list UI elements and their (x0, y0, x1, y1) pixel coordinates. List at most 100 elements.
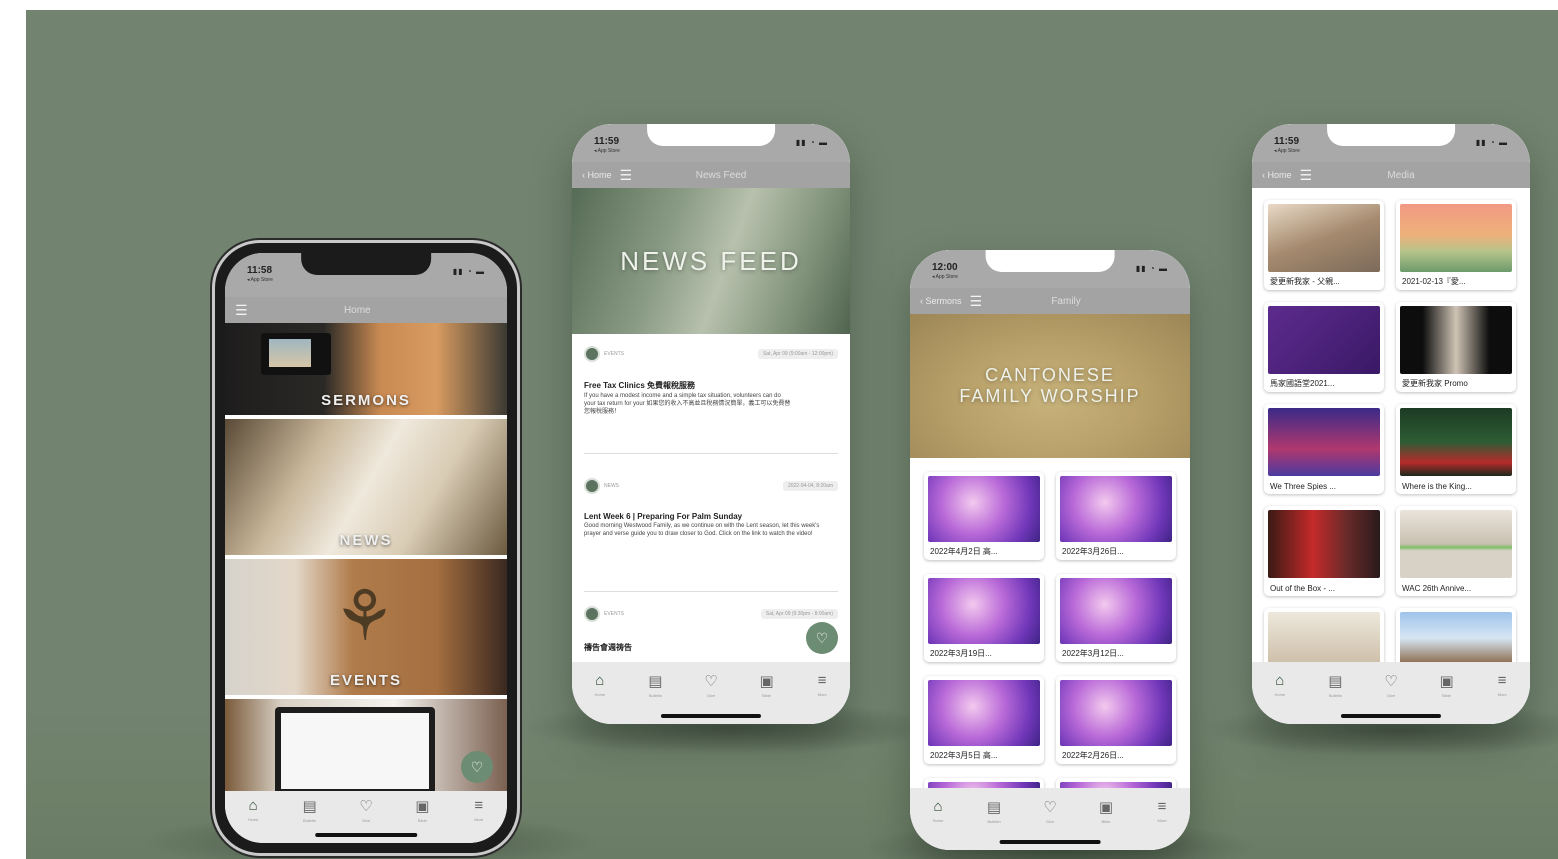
news-body: Good morning Westwood Family, as we cont… (584, 523, 820, 537)
video-card[interactable]: 2022年3月5日 高... (924, 676, 1044, 764)
bulletin-icon: ▤ (648, 673, 663, 690)
heart-icon: ♡ (1043, 799, 1057, 816)
news-title: 禱告會週祷告 (584, 643, 632, 652)
media-card[interactable]: 馬家國語堂2021... (1264, 302, 1384, 392)
video-card[interactable]: 2022年3月19日... (924, 574, 1044, 662)
media-thumbnail (1400, 612, 1512, 664)
media-caption: 愛更新我家 Promo (1402, 379, 1468, 388)
home-icon: ⌂ (248, 797, 258, 814)
menu-icon[interactable]: ☰ (970, 293, 983, 310)
chevron-left-icon: ‹ (920, 296, 923, 306)
news-item[interactable]: EVENTS Sat, Apr 09 (9:30pm - 8:00am) 禱告會週… (584, 604, 838, 664)
video-thumbnail (928, 476, 1040, 542)
tab-label: Home (932, 818, 944, 823)
media-card[interactable]: Out of the Box - ... (1264, 506, 1384, 596)
menu-icon[interactable]: ☰ (620, 167, 633, 184)
notch (647, 124, 775, 146)
tab-label: Give (1386, 693, 1396, 698)
tab-label: Home (1274, 692, 1286, 697)
video-card[interactable]: 2022年3月26日... (1056, 472, 1176, 560)
tab-label: More (1157, 818, 1167, 823)
signal-icon: ▮▮ ◔ ▬ (795, 138, 828, 147)
give-heart-button[interactable]: ♡ (461, 751, 493, 783)
back-button[interactable]: ‹ Home (582, 170, 612, 180)
video-card[interactable]: 2022年2月26日... (1056, 676, 1176, 764)
news-category: EVENTS (604, 350, 625, 357)
media-caption: Out of the Box - ... (1270, 584, 1335, 593)
tab-label: Bulletin (1328, 693, 1342, 698)
signal-icon: ▮▮ ◔ ▬ (452, 267, 485, 276)
give-heart-button[interactable]: ♡ (806, 622, 838, 654)
news-date: 2022-04-04, 8:20am (782, 481, 838, 491)
media-thumbnail (1268, 204, 1380, 272)
menu-icon[interactable]: ☰ (235, 302, 248, 319)
tab-bar: ⌂ Home ▤ Bulletin ♡ Give ▣ Bible ≡ More (225, 791, 507, 843)
media-card[interactable]: 愛更新我家 - 父親... (1264, 200, 1384, 290)
home-indicator (660, 714, 762, 718)
tab-home[interactable]: ⌂ Home (233, 797, 273, 843)
media-thumbnail (1268, 306, 1380, 374)
news-category: EVENTS (604, 610, 625, 617)
nav-title: Media (1387, 169, 1415, 181)
monitor-image (275, 707, 435, 799)
tab-label: Bulletin (303, 818, 317, 823)
media-caption: We Three Spies ... (1270, 482, 1336, 491)
home-icon: ⌂ (933, 798, 943, 815)
tile-label: EVENTS (329, 672, 402, 689)
back-button[interactable]: ‹ Sermons (920, 296, 962, 306)
phone-news: 11:59 ◂ App Store ▮▮ ◔ ▬ ‹ Home ☰ News F… (572, 124, 850, 724)
tab-home[interactable]: ⌂ Home (1260, 672, 1300, 724)
media-card[interactable]: Where is the King... (1396, 404, 1516, 494)
media-card[interactable]: WAC 26th Annive... (1396, 506, 1516, 596)
home-indicator (315, 833, 417, 837)
back-to-app-store[interactable]: ◂ App Store (594, 148, 620, 154)
notch (985, 250, 1115, 272)
media-card[interactable]: 愛更新我家 Promo (1396, 302, 1516, 392)
media-caption: 愛更新我家 - 父親... (1270, 277, 1340, 286)
media-card[interactable] (1396, 608, 1516, 668)
media-card[interactable]: 2021-02-13『愛... (1396, 200, 1516, 290)
more-icon: ≡ (817, 672, 827, 689)
tab-home[interactable]: ⌂ Home (918, 798, 958, 850)
video-card[interactable]: 2022年4月2日 高... (924, 472, 1044, 560)
tab-bar: ⌂ Home ▤ Bulletin ♡ Give ▣ Bible ≡ More (572, 662, 850, 724)
menu-icon[interactable]: ☰ (1300, 167, 1313, 184)
tile-media[interactable]: ♡ (225, 699, 507, 803)
back-button[interactable]: ‹ Home (1262, 170, 1292, 180)
tab-label: More (474, 817, 484, 822)
back-to-app-store[interactable]: ◂ App Store (932, 274, 958, 280)
media-card[interactable] (1264, 608, 1384, 668)
news-item[interactable]: EVENTS Sat, Apr 09 (9:00am - 12:00pm) Fre… (584, 344, 838, 454)
tab-label: Bible (1442, 693, 1452, 698)
tab-more[interactable]: ≡ More (1142, 798, 1182, 850)
tile-news[interactable]: NEWS (225, 419, 507, 555)
video-thumbnail (1060, 578, 1172, 644)
chevron-left-icon: ‹ (1262, 170, 1265, 180)
notch (1327, 124, 1455, 146)
news-screen: 11:59 ◂ App Store ▮▮ ◔ ▬ ‹ Home ☰ News F… (572, 124, 850, 724)
tile-sermons[interactable]: SERMONS (225, 323, 507, 415)
more-icon: ≡ (1157, 798, 1167, 815)
tile-events[interactable]: ⚘ EVENTS (225, 559, 507, 695)
family-hero: CANTONESE FAMILY WORSHIP (910, 314, 1190, 458)
back-label: Home (1267, 170, 1292, 180)
nav-title: Home (343, 304, 371, 316)
book-icon: ▣ (1098, 799, 1114, 816)
tab-home[interactable]: ⌂ Home (580, 672, 620, 724)
notch (301, 253, 431, 275)
status-time: 11:59 (1274, 136, 1300, 147)
tab-bar: ⌂ Home ▤ Bulletin ♡ Give ▣ Bible ≡ More (910, 788, 1190, 850)
tab-more[interactable]: ≡ More (802, 672, 842, 724)
back-to-app-store[interactable]: ◂ App Store (1274, 148, 1300, 154)
nav-bar: ☰ Home (225, 297, 507, 323)
news-item[interactable]: NEWS 2022-04-04, 8:20am Lent Week 6 | Pre… (584, 476, 838, 592)
media-card[interactable]: We Three Spies ... (1264, 404, 1384, 494)
back-to-app-store[interactable]: ◂ App Store (247, 277, 273, 283)
avatar (584, 345, 600, 362)
tab-more[interactable]: ≡ More (459, 797, 499, 843)
tab-more[interactable]: ≡ More (1482, 672, 1522, 724)
video-thumbnail (928, 578, 1040, 644)
video-caption: 2022年4月2日 高... (930, 547, 998, 556)
video-card[interactable]: 2022年3月12日... (1056, 574, 1176, 662)
hero-title: CANTONESE FAMILY WORSHIP (959, 365, 1141, 406)
